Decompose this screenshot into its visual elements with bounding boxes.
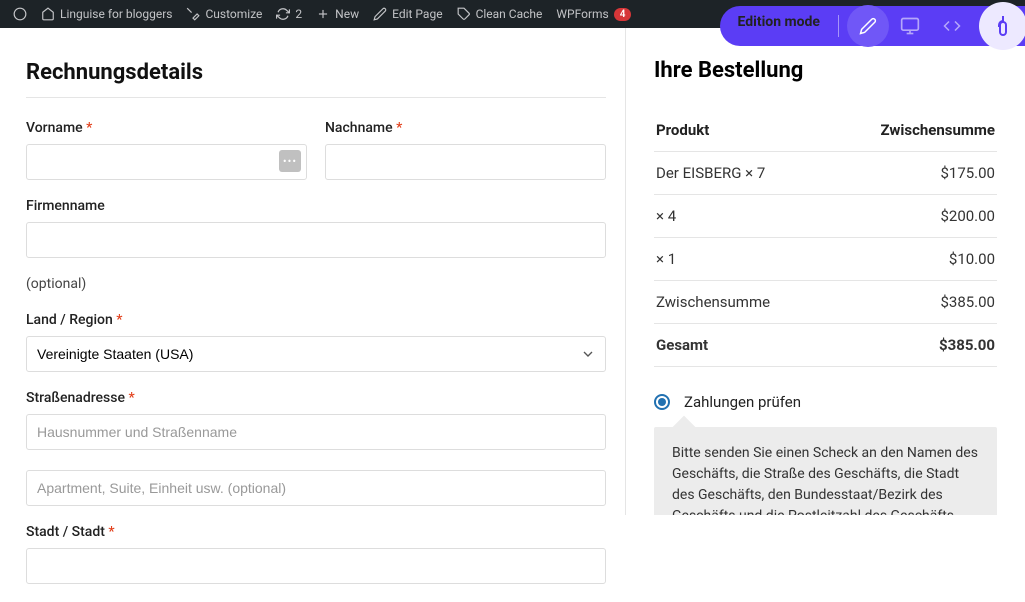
city-input[interactable] (26, 548, 606, 584)
street1-input[interactable] (26, 414, 606, 450)
wpforms-badge: 4 (614, 8, 632, 21)
country-select[interactable]: Vereinigte Staaten (USA) (26, 336, 606, 372)
clean-cache[interactable]: Clean Cache (450, 0, 550, 28)
order-item-row: × 1$10.00 (654, 238, 997, 281)
wpforms[interactable]: WPForms4 (549, 0, 638, 28)
billing-title: Rechnungsdetails (26, 60, 606, 85)
updates[interactable]: 2 (269, 0, 309, 28)
preview-button[interactable] (889, 5, 931, 47)
divider (26, 97, 606, 98)
payment-check-label: Zahlungen prüfen (684, 393, 801, 411)
lastname-label: Nachname * (325, 120, 606, 136)
billing-details: Rechnungsdetails Vorname * ••• Nachname … (26, 60, 606, 602)
new[interactable]: New (309, 0, 366, 28)
code-button[interactable] (931, 5, 973, 47)
payment-section: Zahlungen prüfen Bitte senden Sie einen … (654, 393, 997, 515)
brush-icon (186, 7, 200, 21)
company-input[interactable] (26, 222, 606, 258)
pencil-icon (373, 7, 387, 21)
country-label: Land / Region * (26, 312, 606, 328)
plus-icon (316, 7, 330, 21)
col-subtotal: Zwischensumme (825, 109, 997, 152)
order-item-row: Der EISBERG × 7$175.00 (654, 152, 997, 195)
payment-check-option[interactable]: Zahlungen prüfen (654, 393, 997, 411)
street-label: Straßenadresse * (26, 390, 606, 406)
radio-checked-icon[interactable] (654, 394, 670, 410)
autofill-icon[interactable]: ••• (279, 150, 301, 172)
order-table: Produkt Zwischensumme Der EISBERG × 7$17… (654, 109, 997, 367)
lastname-input[interactable] (325, 144, 606, 180)
home-icon (41, 7, 55, 21)
site-name[interactable]: Linguise for bloggers (34, 0, 179, 28)
refresh-icon (276, 7, 290, 21)
street2-input[interactable] (26, 470, 606, 506)
company-label: Firmenname (26, 198, 606, 214)
tag-icon (457, 7, 471, 21)
linguise-toggle[interactable] (979, 2, 1025, 50)
edit-mode-button[interactable] (847, 5, 889, 47)
edition-mode-label: Edition mode (738, 14, 820, 30)
wordpress-icon (13, 7, 27, 21)
city-label: Stadt / Stadt * (26, 524, 606, 540)
order-title: Ihre Bestellung (654, 58, 997, 83)
company-optional: (optional) (26, 276, 606, 292)
col-product: Produkt (654, 109, 825, 152)
payment-check-desc: Bitte senden Sie einen Scheck an den Nam… (654, 427, 997, 515)
customize[interactable]: Customize (179, 0, 269, 28)
divider (838, 15, 839, 37)
order-summary: Ihre Bestellung Produkt Zwischensumme De… (625, 28, 1025, 515)
order-item-row: × 4$200.00 (654, 195, 997, 238)
firstname-input[interactable] (26, 144, 307, 180)
edit-page[interactable]: Edit Page (366, 0, 449, 28)
wp-logo[interactable] (6, 0, 34, 28)
firstname-label: Vorname * (26, 120, 307, 136)
